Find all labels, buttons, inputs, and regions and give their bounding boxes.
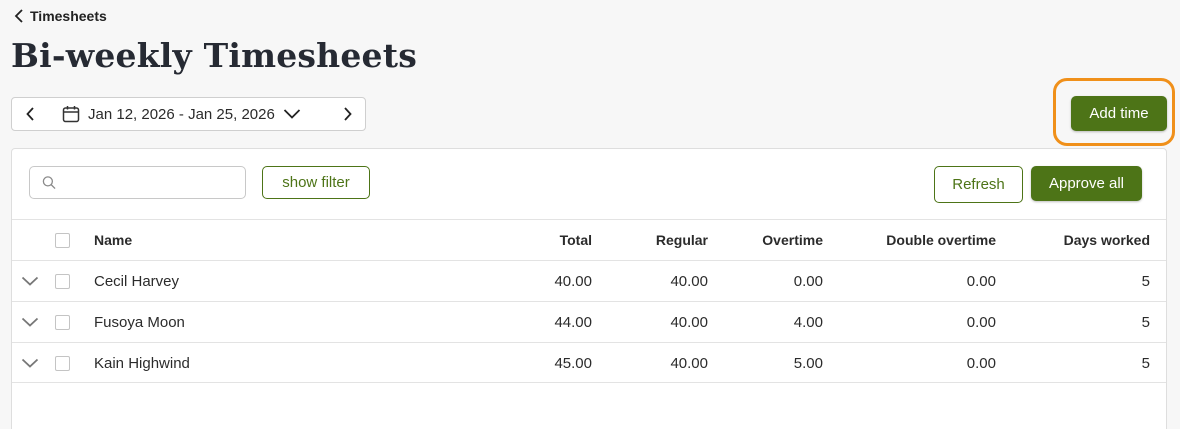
next-period-button[interactable] xyxy=(329,98,365,130)
column-header-double-overtime[interactable]: Double overtime xyxy=(886,220,996,260)
search-box xyxy=(29,166,246,199)
previous-period-button[interactable] xyxy=(12,98,48,130)
calendar-icon xyxy=(62,105,80,123)
refresh-button[interactable]: Refresh xyxy=(934,166,1023,203)
column-header-days-worked[interactable]: Days worked xyxy=(1064,220,1150,260)
chevron-down-icon xyxy=(21,358,39,368)
days-worked: 5 xyxy=(1141,272,1150,290)
double-overtime-hours: 0.00 xyxy=(966,272,996,290)
chevron-left-icon xyxy=(25,107,34,121)
breadcrumb-label: Timesheets xyxy=(30,8,107,24)
column-header-regular[interactable]: Regular xyxy=(656,220,708,260)
employee-name: Cecil Harvey xyxy=(94,272,180,290)
date-range-label: Jan 12, 2026 - Jan 25, 2026 xyxy=(88,105,275,123)
chevron-down-icon xyxy=(283,108,301,120)
back-to-timesheets-link[interactable]: Timesheets xyxy=(14,8,107,24)
search-icon xyxy=(42,176,56,190)
chevron-left-icon xyxy=(14,9,23,23)
show-filter-button[interactable]: show filter xyxy=(262,166,370,199)
add-time-button[interactable]: Add time xyxy=(1071,96,1167,131)
row-checkbox[interactable] xyxy=(55,355,70,371)
chevron-right-icon xyxy=(343,107,352,121)
date-range-picker: Jan 12, 2026 - Jan 25, 2026 xyxy=(11,97,366,131)
days-worked: 5 xyxy=(1141,354,1150,372)
row-expand-button[interactable] xyxy=(20,261,40,301)
column-header-total[interactable]: Total xyxy=(560,220,592,260)
row-checkbox[interactable] xyxy=(55,273,70,289)
total-hours: 44.00 xyxy=(554,313,592,331)
double-overtime-hours: 0.00 xyxy=(966,354,996,372)
table-row[interactable]: Cecil Harvey 40.00 40.00 0.00 0.00 5 xyxy=(12,260,1166,301)
table-row[interactable]: Fusoya Moon 44.00 40.00 4.00 0.00 5 xyxy=(12,301,1166,342)
date-range-dropdown[interactable]: Jan 12, 2026 - Jan 25, 2026 xyxy=(48,105,329,123)
employee-name: Kain Highwind xyxy=(94,354,190,372)
total-hours: 40.00 xyxy=(554,272,592,290)
regular-hours: 40.00 xyxy=(670,272,708,290)
overtime-hours: 4.00 xyxy=(793,313,823,331)
timesheets-panel: show filter Refresh Approve all Name Tot… xyxy=(11,148,1167,429)
employee-name: Fusoya Moon xyxy=(94,313,185,331)
row-expand-button[interactable] xyxy=(20,343,40,383)
overtime-hours: 5.00 xyxy=(793,354,823,372)
chevron-down-icon xyxy=(21,276,39,286)
page-title: Bi-weekly Timesheets xyxy=(11,36,417,75)
row-expand-button[interactable] xyxy=(20,302,40,342)
approve-all-button[interactable]: Approve all xyxy=(1031,166,1142,201)
regular-hours: 40.00 xyxy=(670,313,708,331)
total-hours: 45.00 xyxy=(554,354,592,372)
column-header-name[interactable]: Name xyxy=(94,220,132,260)
search-input[interactable] xyxy=(64,174,245,191)
table-row[interactable]: Kain Highwind 45.00 40.00 5.00 0.00 5 xyxy=(12,342,1166,383)
timesheets-table: Name Total Regular Overtime Double overt… xyxy=(12,219,1166,383)
select-all-checkbox[interactable] xyxy=(55,232,70,248)
row-checkbox[interactable] xyxy=(55,314,70,330)
regular-hours: 40.00 xyxy=(670,354,708,372)
overtime-hours: 0.00 xyxy=(793,272,823,290)
double-overtime-hours: 0.00 xyxy=(966,313,996,331)
days-worked: 5 xyxy=(1141,313,1150,331)
table-header-row: Name Total Regular Overtime Double overt… xyxy=(12,219,1166,260)
chevron-down-icon xyxy=(21,317,39,327)
column-header-overtime[interactable]: Overtime xyxy=(762,220,823,260)
